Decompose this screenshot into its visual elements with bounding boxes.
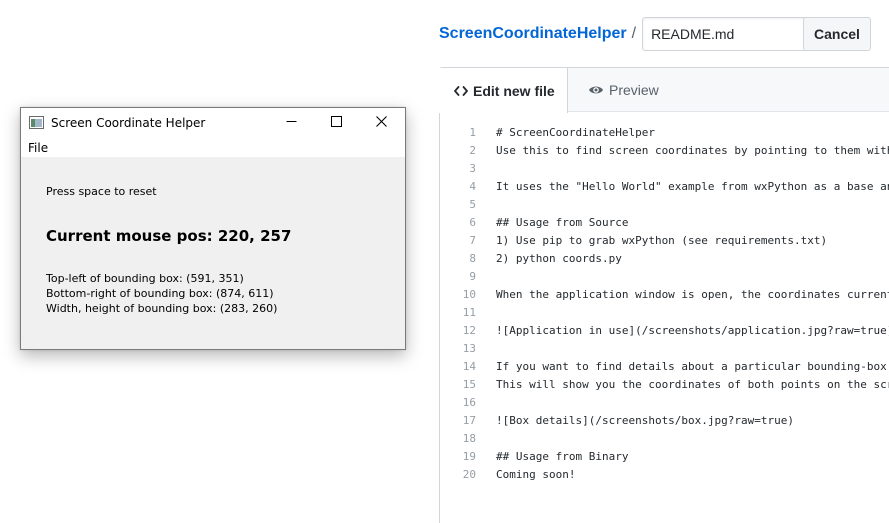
- maximize-icon: [331, 114, 342, 132]
- line-number: 18: [462, 432, 476, 445]
- code-text: ![Box details](/screenshots/box.jpg?raw=…: [496, 414, 795, 427]
- eye-icon: [588, 84, 604, 96]
- line-number: 10: [462, 288, 476, 301]
- code-text: Use this to find screen coordinates by p…: [496, 144, 889, 157]
- code-line[interactable]: 18: [440, 430, 889, 448]
- bbox-bottom-right: Bottom-right of bounding box: (874, 611): [46, 287, 274, 300]
- code-text: This will show you the coordinates of bo…: [496, 378, 889, 391]
- path-separator: /: [631, 25, 637, 42]
- code-icon: [454, 85, 468, 97]
- code-line[interactable]: 3: [440, 160, 889, 178]
- line-number: 17: [462, 414, 476, 427]
- bbox-top-left: Top-left of bounding box: (591, 351): [46, 272, 244, 285]
- code-line[interactable]: 17 ![Box details](/screenshots/box.jpg?ra…: [440, 412, 889, 430]
- filename-input[interactable]: [642, 17, 811, 51]
- menu-file[interactable]: File: [28, 141, 48, 155]
- code-line[interactable]: 14 If you want to find details about a pa…: [440, 358, 889, 376]
- code-text: Coming soon!: [496, 468, 576, 481]
- cancel-button[interactable]: Cancel: [803, 17, 871, 51]
- close-button[interactable]: [359, 108, 404, 138]
- code-line[interactable]: 19 ## Usage from Binary: [440, 448, 889, 466]
- code-text: If you want to find details about a part…: [496, 360, 889, 373]
- mouse-position-readout: Current mouse pos: 220, 257: [46, 227, 292, 245]
- code-line[interactable]: 5: [440, 196, 889, 214]
- line-number: 3: [469, 162, 476, 175]
- line-number: 2: [469, 144, 476, 157]
- close-icon: [376, 114, 387, 132]
- window-titlebar[interactable]: Screen Coordinate Helper: [21, 108, 405, 138]
- minimize-button[interactable]: [269, 108, 314, 138]
- maximize-button[interactable]: [314, 108, 359, 138]
- code-line[interactable]: 8 2) python coords.py: [440, 250, 889, 268]
- window-title: Screen Coordinate Helper: [51, 116, 206, 130]
- code-line[interactable]: 20 Coming soon!: [440, 466, 889, 484]
- code-line[interactable]: 4 It uses the "Hello World" example from …: [440, 178, 889, 196]
- code-text: It uses the "Hello World" example from w…: [496, 180, 889, 193]
- line-number: 16: [462, 396, 476, 409]
- line-number: 1: [469, 126, 476, 139]
- code-text: 1) Use pip to grab wxPython (see require…: [496, 234, 828, 247]
- line-number: 4: [469, 180, 476, 193]
- code-editor[interactable]: 1 # ScreenCoordinateHelper 2 Use this to fi…: [440, 124, 889, 484]
- line-number: 13: [462, 342, 476, 355]
- editor-panel: Edit new file Preview 1 # ScreenCoordinat…: [439, 67, 889, 523]
- line-number: 12: [462, 324, 476, 337]
- code-text: ## Usage from Binary: [496, 450, 629, 463]
- line-number: 19: [462, 450, 476, 463]
- editor-tab-bar: Edit new file Preview: [439, 68, 889, 113]
- line-number: 6: [469, 216, 476, 229]
- app-icon: [29, 116, 44, 129]
- code-line[interactable]: 9: [440, 268, 889, 286]
- code-line[interactable]: 16: [440, 394, 889, 412]
- tab-edit-label: Edit new file: [473, 82, 555, 99]
- minimize-icon: [286, 114, 297, 132]
- code-line[interactable]: 6 ## Usage from Source: [440, 214, 889, 232]
- line-number: 7: [469, 234, 476, 247]
- code-line[interactable]: 1 # ScreenCoordinateHelper: [440, 124, 889, 142]
- code-line[interactable]: 13: [440, 340, 889, 358]
- tab-preview-label: Preview: [609, 82, 659, 98]
- menu-bar: File: [21, 138, 405, 157]
- line-number: 20: [462, 468, 476, 481]
- file-path-header: ScreenCoordinateHelper / Cancel: [439, 17, 871, 51]
- line-number: 14: [462, 360, 476, 373]
- line-number: 9: [469, 270, 476, 283]
- code-line[interactable]: 7 1) Use pip to grab wxPython (see requir…: [440, 232, 889, 250]
- repo-link[interactable]: ScreenCoordinateHelper: [439, 25, 627, 43]
- tab-edit-new-file[interactable]: Edit new file: [439, 68, 568, 113]
- line-number: 8: [469, 252, 476, 265]
- line-number: 11: [462, 306, 476, 319]
- line-number: 15: [462, 378, 476, 391]
- code-text: ![Application in use](/screenshots/appli…: [496, 324, 889, 337]
- reset-hint: Press space to reset: [46, 185, 157, 198]
- line-number: 5: [469, 198, 476, 211]
- tab-preview[interactable]: Preview: [588, 68, 659, 112]
- coordinate-helper-window: Screen Coordinate Helper File Press spac…: [20, 107, 406, 350]
- code-line[interactable]: 11: [440, 304, 889, 322]
- code-line[interactable]: 15 This will show you the coordinates of …: [440, 376, 889, 394]
- code-line[interactable]: 2 Use this to find screen coordinates by …: [440, 142, 889, 160]
- code-text: ## Usage from Source: [496, 216, 629, 229]
- code-text: # ScreenCoordinateHelper: [496, 126, 655, 139]
- code-text: 2) python coords.py: [496, 252, 622, 265]
- code-text: When the application window is open, the…: [496, 288, 889, 301]
- code-line[interactable]: 12 ![Application in use](/screenshots/app…: [440, 322, 889, 340]
- code-line[interactable]: 10 When the application window is open, t…: [440, 286, 889, 304]
- bbox-width-height: Width, height of bounding box: (283, 260…: [46, 302, 278, 315]
